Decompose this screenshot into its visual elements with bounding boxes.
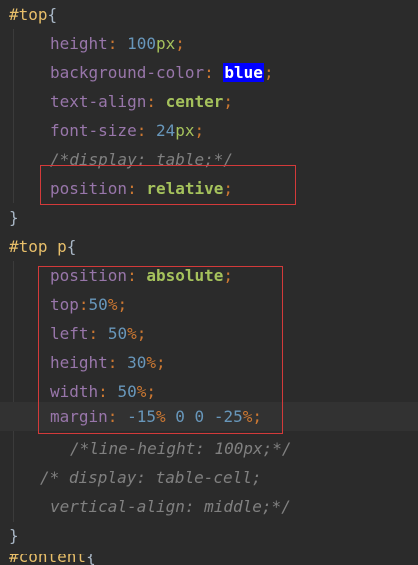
code-line: /*line-height: 100px;*/ (0, 434, 418, 463)
code-line: vertical-align: middle;*/ (0, 492, 418, 521)
colon: : (127, 266, 137, 285)
code-line: /*display: table;*/ (0, 145, 418, 174)
css-property: top (50, 295, 79, 314)
code-comment: /*display: table;*/ (50, 150, 234, 169)
code-line-partial: #content{ (0, 554, 418, 565)
semicolon: ; (155, 353, 166, 372)
css-selector: #top p (9, 237, 67, 256)
css-number: 100 (127, 34, 156, 53)
code-line: text-align: center; (0, 87, 418, 116)
colon: : (107, 34, 118, 53)
colon: : (204, 63, 214, 82)
code-comment: /* display: table-cell; (40, 468, 262, 487)
css-property: height (50, 353, 108, 372)
css-unit: px (175, 121, 195, 140)
css-number: 0 (175, 407, 185, 426)
css-property: height (50, 34, 108, 53)
semicolon: ; (223, 92, 234, 111)
css-number: 0 (194, 407, 205, 426)
colon: : (78, 295, 89, 314)
css-unit: % (127, 324, 137, 343)
css-unit: % (136, 382, 147, 401)
code-line: position: absolute; (0, 261, 418, 290)
css-unit: % (107, 295, 118, 314)
code-line: height: 30%; (0, 348, 418, 377)
semicolon: ; (117, 295, 128, 314)
css-property: background-color (50, 63, 205, 82)
css-number: 24 (155, 121, 176, 140)
css-property: font-size (50, 121, 137, 140)
css-property: left (50, 324, 89, 343)
css-property: text-align (50, 92, 147, 111)
brace: { (66, 237, 77, 256)
css-number: 50 (88, 295, 108, 314)
css-number: 50 (117, 382, 137, 401)
code-line: /* display: table-cell; (0, 463, 418, 492)
css-unit: px (155, 34, 176, 53)
semicolon: ; (136, 324, 147, 343)
code-comment: vertical-align: middle;*/ (50, 497, 291, 516)
code-line: font-size: 24px; (0, 116, 418, 145)
css-keyword: center (165, 92, 224, 111)
css-property: position (50, 179, 128, 198)
css-number: 50 (107, 324, 128, 343)
brace: } (9, 526, 19, 545)
css-unit: % (155, 407, 166, 426)
brace: { (86, 554, 96, 565)
semicolon: ; (175, 34, 185, 53)
code-line: position: relative; (0, 174, 418, 203)
css-number: -15 (127, 407, 156, 426)
code-editor[interactable]: #top{ height: 100px; background-color: b… (0, 0, 418, 565)
colon: : (88, 324, 99, 343)
css-property: position (50, 266, 128, 285)
colon: : (107, 407, 118, 426)
code-line: top:50%; (0, 290, 418, 319)
semicolon: ; (146, 382, 156, 401)
code-line: left: 50%; (0, 319, 418, 348)
code-line: #top p{ (0, 232, 418, 261)
css-property: margin (50, 407, 108, 426)
brace: { (47, 5, 58, 24)
code-line: #top{ (0, 0, 418, 29)
semicolon: ; (223, 266, 234, 285)
colon: : (146, 92, 156, 111)
semicolon: ; (263, 63, 274, 82)
css-number: 30 (127, 353, 147, 372)
code-line: height: 100px; (0, 29, 418, 58)
code-line-current: margin: -15% 0 0 -25%; (0, 402, 418, 431)
css-unit: % (242, 407, 253, 426)
css-color-value: blue (223, 63, 264, 82)
css-keyword: relative (146, 179, 224, 198)
code-line: background-color: blue; (0, 58, 418, 87)
css-number: -25 (213, 407, 243, 426)
semicolon: ; (223, 179, 234, 198)
colon: : (127, 179, 137, 198)
css-selector: #top (9, 5, 48, 24)
colon: : (98, 382, 108, 401)
colon: : (136, 121, 147, 140)
semicolon: ; (252, 407, 263, 426)
semicolon: ; (194, 121, 205, 140)
css-keyword: absolute (146, 266, 224, 285)
code-line: } (0, 521, 418, 550)
code-line: } (0, 203, 418, 232)
colon: : (107, 353, 118, 372)
css-unit: % (146, 353, 156, 372)
code-comment: /*line-height: 100px;*/ (70, 439, 292, 458)
css-property: width (50, 382, 99, 401)
brace: } (9, 208, 19, 227)
css-selector: #content (9, 554, 87, 565)
